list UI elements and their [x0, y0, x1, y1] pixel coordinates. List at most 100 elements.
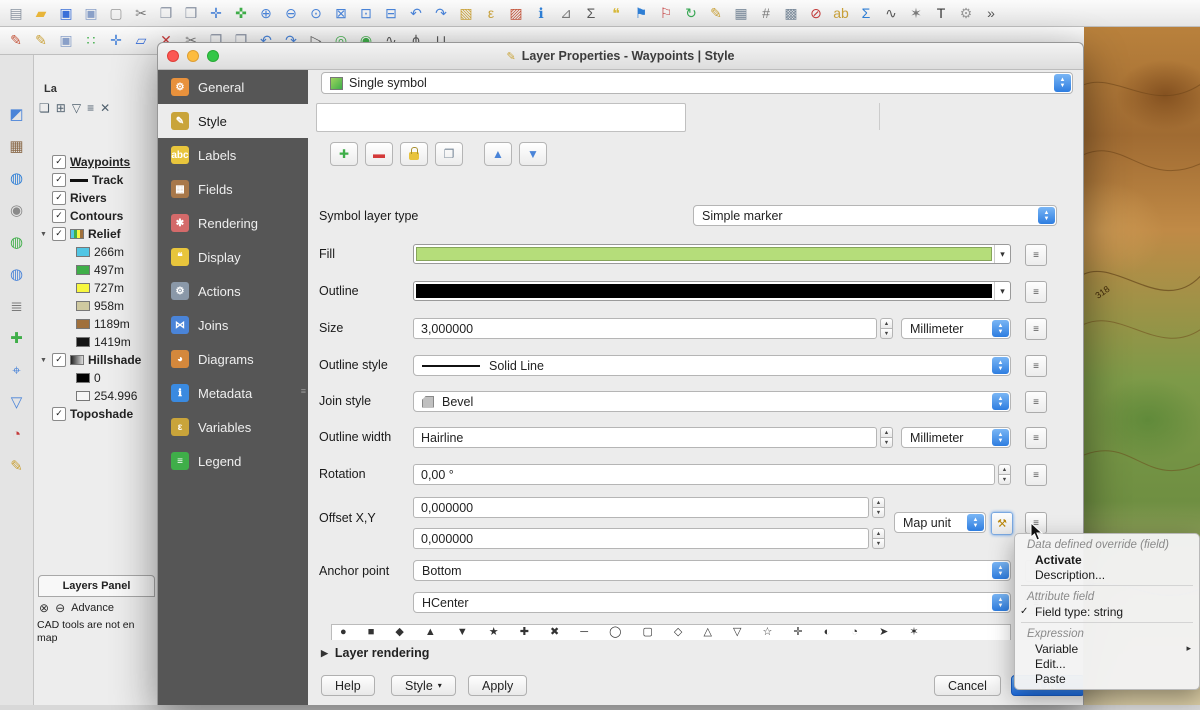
pan-map-icon[interactable]: ✛: [205, 2, 227, 24]
new-shapefile-icon[interactable]: ✚: [5, 327, 29, 349]
deselect-icon[interactable]: ▨: [505, 2, 527, 24]
annotation-icon[interactable]: ✎: [705, 2, 727, 24]
join-style-override-button[interactable]: ≡: [1025, 391, 1047, 413]
layer-item-hillshade[interactable]: ▼ ✓ Hillshade: [36, 351, 157, 369]
symbol-presets-strip[interactable]: ● ■ ◆ ▲ ▼ ★ ✚ ✖ ─ ◯ ▢ ◇ △ ▽ ☆ ✛ ◐ ◔ ➤ ✶: [331, 624, 1011, 640]
apply-button[interactable]: Apply: [468, 675, 527, 696]
symbol-layer-type-dropdown[interactable]: Simple marker: [693, 205, 1057, 226]
add-group-icon[interactable]: ⊞: [56, 101, 66, 115]
save-as-icon[interactable]: ▣: [80, 2, 102, 24]
spinner-buttons[interactable]: [880, 427, 893, 448]
filter-legend-icon[interactable]: ▽: [72, 101, 81, 115]
size-spinbox[interactable]: 3,000000: [413, 318, 893, 339]
zoom-in-icon[interactable]: ⊕: [255, 2, 277, 24]
sidebar-item-diagrams[interactable]: ◕ Diagrams: [158, 342, 308, 376]
zoom-window-button[interactable]: [207, 50, 219, 62]
rotation-override-button[interactable]: ≡: [1025, 464, 1047, 486]
add-postgis-layer-icon[interactable]: ◍: [5, 167, 29, 189]
pan-to-selection-icon[interactable]: ✜: [230, 2, 252, 24]
show-bookmarks-icon[interactable]: ⚐: [655, 2, 677, 24]
pane-resize-handle[interactable]: ≡: [301, 386, 306, 396]
rotation-input[interactable]: 0,00 °: [413, 464, 995, 485]
move-down-button[interactable]: ▼: [519, 142, 547, 166]
sidebar-item-legend[interactable]: ≡ Legend: [158, 444, 308, 478]
symbology-class-item[interactable]: 266m: [36, 243, 157, 261]
current-edits-icon[interactable]: ✎: [5, 30, 27, 52]
help-button[interactable]: Help: [321, 675, 375, 696]
move-feature-icon[interactable]: ✛: [105, 30, 127, 52]
outline-style-dropdown[interactable]: Solid Line: [413, 355, 1011, 376]
remove-symbol-layer-button[interactable]: ▬: [365, 142, 393, 166]
identify-features-icon[interactable]: ℹ: [530, 2, 552, 24]
save-project-icon[interactable]: ▣: [55, 2, 77, 24]
symbology-class-item[interactable]: 254.996: [36, 387, 157, 405]
layer-item-track[interactable]: ✓ Track: [36, 171, 157, 189]
visibility-checkbox[interactable]: ✓: [52, 353, 66, 367]
symbology-class-item[interactable]: 1189m: [36, 315, 157, 333]
add-vector-layer-icon[interactable]: ◩: [5, 103, 29, 125]
new-project-icon[interactable]: ▢: [105, 2, 127, 24]
anchor-horizontal-dropdown[interactable]: HCenter: [413, 592, 1011, 613]
sidebar-item-rendering[interactable]: ✱ Rendering: [158, 206, 308, 240]
offset-unit-settings-button[interactable]: ⚒: [991, 512, 1013, 535]
duplicate-symbol-layer-button[interactable]: ❐: [435, 142, 463, 166]
outline-width-input[interactable]: Hairline: [413, 427, 877, 448]
symbology-class-item[interactable]: 1419m: [36, 333, 157, 351]
add-delimited-text-icon[interactable]: ≣: [5, 295, 29, 317]
outline-width-unit-dropdown[interactable]: Millimeter: [901, 427, 1011, 448]
attributes-table-icon[interactable]: ▦: [730, 2, 752, 24]
sidebar-item-general[interactable]: ⚙ General: [158, 70, 308, 104]
cancel-button[interactable]: Cancel: [934, 675, 1001, 696]
menu-item-paste[interactable]: Paste: [1015, 671, 1199, 686]
add-wfs-layer-icon[interactable]: ◍: [5, 263, 29, 285]
sidebar-item-joins[interactable]: ⋈ Joins: [158, 308, 308, 342]
measure-icon[interactable]: ⊿: [555, 2, 577, 24]
offset-x-spinbox[interactable]: 0,000000: [413, 497, 885, 518]
color-dropdown-arrow-icon[interactable]: [994, 282, 1010, 300]
spinner-buttons[interactable]: [998, 464, 1011, 485]
outline-color-button[interactable]: [413, 281, 1011, 301]
menu-item-edit[interactable]: Edit...: [1015, 656, 1199, 671]
join-style-dropdown[interactable]: Bevel: [413, 391, 1011, 412]
offset-unit-dropdown[interactable]: Map unit: [894, 512, 986, 533]
paste-icon[interactable]: ❒: [180, 2, 202, 24]
text-annotation-icon[interactable]: T: [930, 2, 952, 24]
style-menu-button[interactable]: Style ▾: [391, 675, 456, 696]
statistics-panel-icon[interactable]: Σ: [855, 2, 877, 24]
anchor-vertical-dropdown[interactable]: Bottom: [413, 560, 1011, 581]
cut-icon[interactable]: ✂: [130, 2, 152, 24]
open-project-icon[interactable]: ▰: [30, 2, 52, 24]
size-unit-dropdown[interactable]: Millimeter: [901, 318, 1011, 339]
add-wms-layer-icon[interactable]: ◍: [5, 231, 29, 253]
remove-layer-icon[interactable]: ⊘: [805, 2, 827, 24]
zoom-out-icon[interactable]: ⊖: [280, 2, 302, 24]
toggle-editing-icon[interactable]: ✎: [30, 30, 52, 52]
layers-panel-tab[interactable]: Layers Panel: [38, 575, 155, 597]
advanced-label[interactable]: Advance: [71, 602, 114, 614]
new-bookmark-icon[interactable]: ⚑: [630, 2, 652, 24]
symbol-layers-tree[interactable]: [316, 103, 686, 132]
menu-item-description[interactable]: Description...: [1015, 567, 1199, 582]
symbology-class-item[interactable]: 727m: [36, 279, 157, 297]
zoom-to-layer-icon[interactable]: ⊟: [380, 2, 402, 24]
map-tips-icon[interactable]: ❝: [605, 2, 627, 24]
sidebar-item-actions[interactable]: ⚙ Actions: [158, 274, 308, 308]
sidebar-item-labels[interactable]: abc Labels: [158, 138, 308, 172]
add-raster-layer-icon[interactable]: ▦: [5, 135, 29, 157]
sidebar-item-display[interactable]: ❝ Display: [158, 240, 308, 274]
python-console-icon[interactable]: ∿: [880, 2, 902, 24]
size-override-button[interactable]: ≡: [1025, 318, 1047, 340]
symbology-class-item[interactable]: 497m: [36, 261, 157, 279]
outline-width-spinbox[interactable]: Hairline: [413, 427, 893, 448]
offset-y-input[interactable]: 0,000000: [413, 528, 869, 549]
add-symbol-layer-button[interactable]: ✚: [330, 142, 358, 166]
select-by-expression-icon[interactable]: ε: [480, 2, 502, 24]
menu-item-activate[interactable]: Activate: [1015, 552, 1199, 567]
gps-tools-icon[interactable]: ⌖: [5, 359, 29, 381]
oracle-layer-icon[interactable]: ◔: [5, 423, 29, 445]
renderer-dropdown[interactable]: Single symbol: [321, 72, 1073, 94]
plugin-manager-icon[interactable]: ⚙: [955, 2, 977, 24]
layer-item-toposhade[interactable]: ✓ Toposhade: [36, 405, 157, 423]
refresh-icon[interactable]: ↻: [680, 2, 702, 24]
outline-override-button[interactable]: ≡: [1025, 281, 1047, 303]
